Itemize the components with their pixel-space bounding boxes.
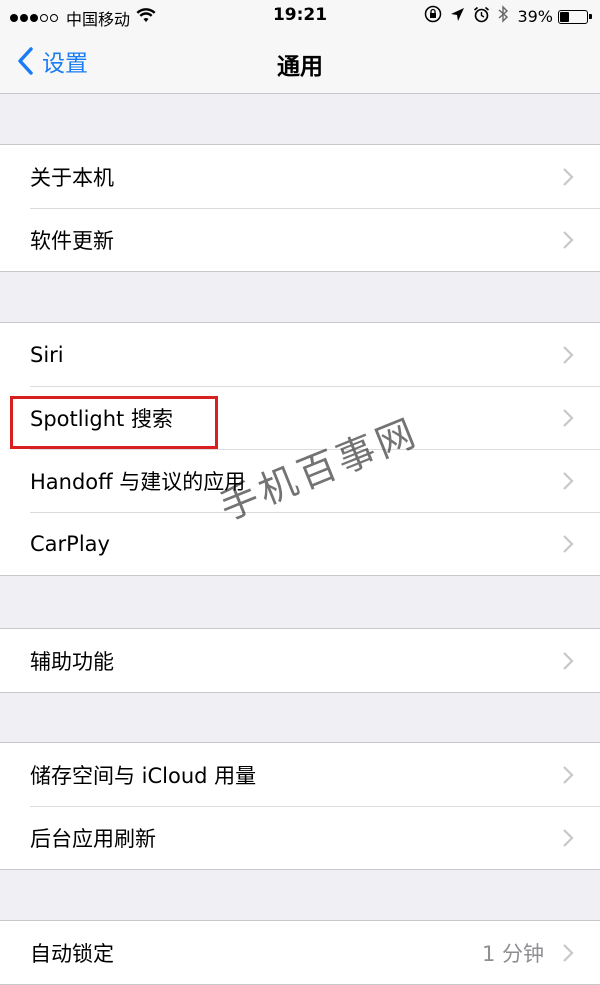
battery-fill xyxy=(560,11,569,22)
row-label: Siri xyxy=(30,342,64,367)
chevron-right-icon xyxy=(563,471,574,490)
chevron-right-icon xyxy=(563,828,574,847)
battery-icon xyxy=(558,9,592,24)
row-value: 1 分钟 xyxy=(481,941,544,966)
chevron-right-icon xyxy=(563,651,574,670)
row-label: 关于本机 xyxy=(30,165,114,190)
chevron-right-icon xyxy=(563,230,574,249)
row-label: 软件更新 xyxy=(30,228,114,253)
alarm-icon xyxy=(473,6,490,28)
settings-group-storage: 储存空间与 iCloud 用量 后台应用刷新 xyxy=(0,742,600,870)
chevron-right-icon xyxy=(563,408,574,427)
settings-row-carplay[interactable]: CarPlay xyxy=(0,512,600,575)
navigation-bar: 设置 通用 xyxy=(0,32,600,94)
settings-row-about[interactable]: 关于本机 xyxy=(0,145,600,208)
chevron-right-icon xyxy=(563,765,574,784)
settings-row-auto-lock[interactable]: 自动锁定 1 分钟 xyxy=(0,921,600,984)
settings-row-background-refresh[interactable]: 后台应用刷新 xyxy=(0,806,600,869)
row-label: 辅助功能 xyxy=(30,649,114,674)
settings-group-accessibility: 辅助功能 xyxy=(0,628,600,693)
orientation-lock-icon xyxy=(424,5,442,28)
chevron-right-icon xyxy=(563,167,574,186)
settings-row-storage-icloud[interactable]: 储存空间与 iCloud 用量 xyxy=(0,743,600,806)
chevron-right-icon xyxy=(563,534,574,553)
settings-row-software-update[interactable]: 软件更新 xyxy=(0,208,600,271)
page-title: 通用 xyxy=(277,54,323,80)
settings-group-about: 关于本机 软件更新 xyxy=(0,144,600,272)
row-label: 自动锁定 xyxy=(30,941,114,966)
chevron-right-icon xyxy=(563,345,574,364)
row-label: Handoff 与建议的应用 xyxy=(30,469,246,494)
settings-row-handoff[interactable]: Handoff 与建议的应用 xyxy=(0,449,600,512)
settings-row-spotlight-search[interactable]: Spotlight 搜索 xyxy=(0,386,600,449)
status-right: 39% xyxy=(416,5,592,28)
row-label: 储存空间与 iCloud 用量 xyxy=(30,763,257,788)
bluetooth-icon xyxy=(498,5,509,28)
status-bar: 中国移动 19:21 39% xyxy=(0,0,600,32)
row-label: 后台应用刷新 xyxy=(30,826,156,851)
settings-row-accessibility[interactable]: 辅助功能 xyxy=(0,629,600,692)
settings-row-siri[interactable]: Siri xyxy=(0,323,600,386)
location-icon xyxy=(450,7,465,27)
settings-group-features: Siri Spotlight 搜索 Handoff 与建议的应用 CarPlay xyxy=(0,322,600,576)
battery-nub xyxy=(589,13,592,19)
settings-group-auto-lock: 自动锁定 1 分钟 xyxy=(0,920,600,985)
row-label: Spotlight 搜索 xyxy=(30,406,173,431)
chevron-right-icon xyxy=(563,943,574,962)
row-label: CarPlay xyxy=(30,531,110,556)
battery-percentage: 39% xyxy=(517,7,553,26)
